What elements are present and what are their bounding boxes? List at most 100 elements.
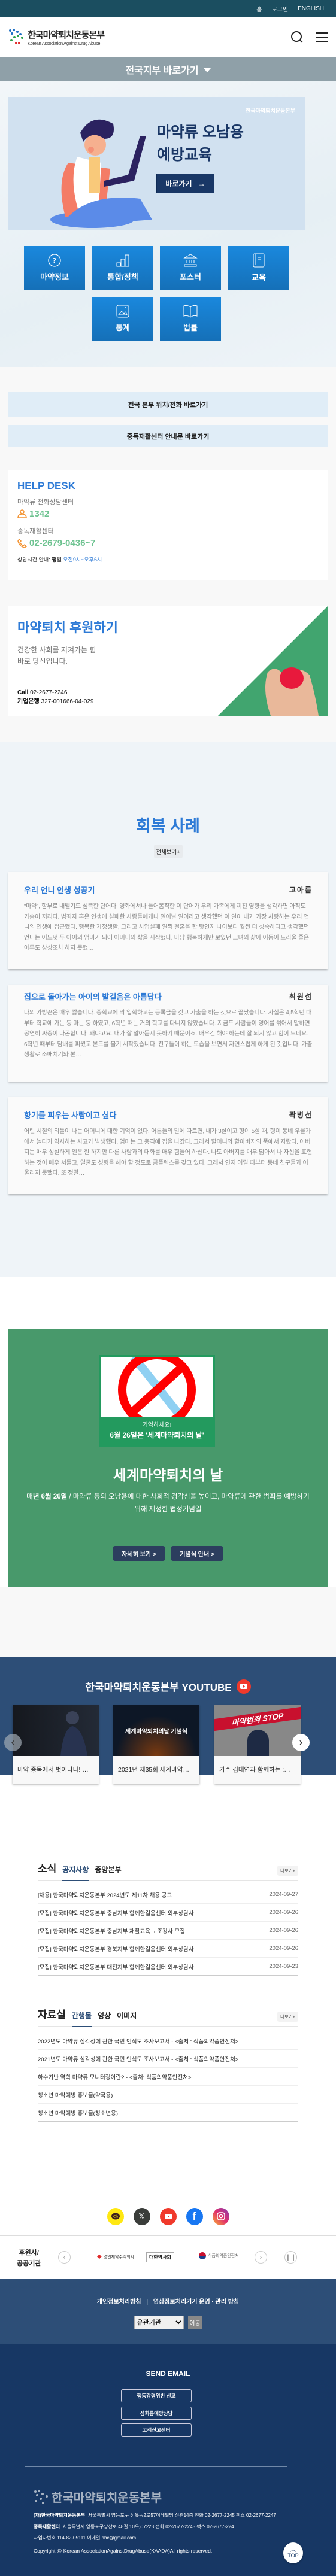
tile-law[interactable]: 법률 — [160, 297, 221, 341]
site-header: 한국마약퇴치운동본부 Korean Association Against Dr… — [0, 17, 336, 57]
scroll-top-button[interactable]: ︿ TOP — [283, 2542, 303, 2563]
carousel-next-button[interactable]: › — [292, 1734, 310, 1751]
harassment-counsel-button[interactable]: 성희롱예방상담 — [121, 2407, 192, 2420]
banner-watermark: 한국마약퇴치운동본부 — [246, 108, 295, 114]
ceremony-button[interactable]: 기념식 안내 > — [171, 1546, 223, 1561]
tab-publications[interactable]: 간행물 — [71, 2010, 92, 2027]
detail-button[interactable]: 자세히 보기 > — [113, 1546, 165, 1561]
tab-central-hq[interactable]: 중앙본부 — [95, 1864, 121, 1880]
list-item[interactable]: [모집] 한국마약퇴치운동본부 충남지부 재활교육 보조강사 모집 2024-09… — [38, 1922, 298, 1940]
video-card[interactable]: 세계마약퇴치의날 기념식 2021년 제35회 세계마약… — [113, 1705, 199, 1784]
story-excerpt: 어린 시절의 외톨이 나는 어머니에 대한 기억이 없다. 어른들의 말에 따르… — [24, 1128, 312, 1177]
story-card[interactable]: 집으로 돌아가는 아이의 발걸음은 아름답다 최원섭 나의 가방끈은 매우 짧습니… — [8, 985, 328, 1082]
world-drug-day-title: 세계마약퇴치의 날 — [113, 1468, 223, 1484]
story-title[interactable]: 집으로 돌아가는 아이의 발걸음은 아름답다 — [24, 991, 162, 1002]
list-item[interactable]: [모집] 한국마약퇴치운동본부 경북지부 함께한걸음센터 외부상담사 … 2024… — [38, 1940, 298, 1958]
story-title[interactable]: 향기를 피우는 사람이고 싶다 — [24, 1109, 116, 1120]
logo-korean: 한국마약퇴치운동본부 — [28, 30, 105, 40]
hotline-label: 마약류 전화상담센터 — [17, 499, 74, 506]
list-item[interactable]: 하수기반 역학 마약류 모니터링이란? - <출처: 식품의약품안전처> — [38, 2068, 298, 2086]
sponsor-logo[interactable]: ◆ 명인제약주식회사 — [97, 2253, 134, 2260]
tab-notices[interactable]: 공지사항 — [62, 1864, 89, 1881]
story-excerpt: 나의 가방끈은 매우 짧습니다. 중학교에 막 입학하고는 등록금을 갖고 가출… — [24, 1010, 313, 1058]
helpdesk-panel: HELP DESK 마약류 전화상담센터 1342 중독재활센터 02-2679… — [8, 470, 328, 580]
tile-poster[interactable]: 포스터 — [160, 246, 221, 290]
library-more-button[interactable]: 더보기+ — [277, 2012, 298, 2022]
list-item[interactable]: 2022년도 마약류 심각성에 관한 국민 인식도 조사보고서 - <출처 : … — [38, 2032, 298, 2050]
sponsors-carousel: 후원사/공공기관 ‹ ◆ 명인제약주식회사 대한약사회 식품의약품안전처 › ❙❙ — [0, 2236, 336, 2279]
video-card[interactable]: 마약 중독에서 벗어나다! … — [13, 1705, 99, 1784]
story-author: 최원섭 — [289, 992, 313, 1001]
phone-icon — [17, 538, 27, 548]
search-icon[interactable] — [290, 31, 304, 44]
x-icon[interactable]: 𝕏 — [133, 2207, 150, 2225]
library-heading: 자료실 — [38, 2009, 66, 2021]
tile-policy[interactable]: 통합/정책 — [92, 246, 153, 290]
menu-icon[interactable] — [316, 32, 328, 42]
chevron-up-icon: ︿ — [290, 2546, 296, 2553]
story-card[interactable]: 향기를 피우는 사람이고 싶다 곽병선 어린 시절의 외톨이 나는 어머니에 대한… — [8, 1097, 328, 1194]
sponsors-prev-button[interactable]: ‹ — [58, 2251, 71, 2264]
image-icon — [116, 305, 129, 318]
branch-shortcut-dropdown[interactable]: 전국지부 바로가기 — [0, 57, 336, 81]
site-logo[interactable]: 한국마약퇴치운동본부 Korean Association Against Dr… — [8, 28, 105, 46]
related-agencies-select[interactable]: 유관기관 — [134, 2316, 184, 2329]
list-item-title: 2021년도 마약류 심각성에 관한 국민 인식도 조사보고서 - <출처 : … — [38, 2056, 239, 2063]
tile-drug-info[interactable]: ? 마약정보 — [24, 246, 85, 290]
footer-main: SEND EMAIL 행동강령위반 신고 성희롱예방상담 고객신고센터 한국마약… — [0, 2344, 336, 2576]
list-item[interactable]: [모집] 한국마약퇴치운동본부 대전지부 함께한걸음센터 외부상담사 … 2024… — [38, 1958, 298, 1976]
branch-location-link[interactable]: 전국 본부 위치/전화 바로가기 — [8, 392, 328, 417]
home-link[interactable]: 홈 — [256, 4, 262, 13]
list-item-date: 2024-09-26 — [269, 1909, 298, 1916]
tile-education[interactable]: 교육 — [228, 246, 289, 290]
sponsor-logo[interactable]: 대한약사회 — [146, 2252, 174, 2262]
sponsors-next-button[interactable]: › — [255, 2251, 267, 2264]
hotline-number[interactable]: 1342 — [17, 509, 319, 519]
question-circle-icon: ? — [48, 254, 61, 267]
open-book-icon — [183, 305, 198, 318]
person-icon — [17, 509, 27, 518]
list-item[interactable]: 2021년도 마약류 심각성에 관한 국민 인식도 조사보고서 - <출처 : … — [38, 2050, 298, 2068]
svg-text:?: ? — [53, 257, 56, 265]
recovery-stories-section: 회복 사례 전체보기+ 우리 언니 인생 성공기 고아름 “마약”, 함부로 내뱉… — [0, 742, 336, 1277]
view-all-button[interactable]: 전체보기+ — [153, 845, 183, 858]
tab-videos[interactable]: 영상 — [98, 2010, 111, 2026]
privacy-policy-link[interactable]: 개인정보처리방침 — [97, 2299, 141, 2305]
cctv-policy-link[interactable]: 영상정보처리기기 운영 · 관리 방침 — [153, 2299, 239, 2305]
news-more-button[interactable]: 더보기+ — [277, 1866, 298, 1876]
list-item[interactable]: 청소년 마약예방 홍보물(약국용) — [38, 2086, 298, 2104]
rehab-center-guide-link[interactable]: 중독재활센터 안내문 바로가기 — [8, 425, 328, 447]
list-item[interactable]: 청소년 마약예방 홍보물(청소년용) — [38, 2104, 298, 2122]
instagram-icon[interactable] — [212, 2207, 229, 2225]
facebook-icon[interactable]: f — [186, 2207, 203, 2225]
video-thumbnail: 마약범죄 STOP — [214, 1705, 301, 1756]
world-drug-day-desc: 매년 6월 26일 / 마약류 등의 오남용에 대한 사회적 경각심을 높이고,… — [26, 1493, 310, 1513]
youtube-title: 한국마약퇴치운동본부 YOUTUBE — [85, 1682, 232, 1693]
story-card[interactable]: 우리 언니 인생 성공기 고아름 “마약”, 함부로 내뱉기도 섬뜩한 단어다. … — [8, 872, 328, 969]
tab-images[interactable]: 이미지 — [117, 2010, 137, 2026]
rehab-center-number[interactable]: 02-2679-0436~7 — [17, 538, 319, 548]
sponsors-pause-button[interactable]: ❙❙ — [284, 2251, 297, 2264]
login-link[interactable]: 로그인 — [271, 4, 288, 13]
kakao-channel-icon[interactable]: Ch — [107, 2207, 124, 2225]
tile-statistics[interactable]: 통계 — [92, 297, 153, 341]
list-item[interactable]: [모집] 한국마약퇴치운동본부 충남지부 함께한걸음센터 외부상담사 … 2024… — [38, 1904, 298, 1922]
no-drugs-syringe-icon — [118, 1357, 196, 1417]
list-item-date: 2024-09-23 — [269, 1963, 298, 1970]
list-item-title: [모집] 한국마약퇴치운동본부 경북지부 함께한걸음센터 외부상담사 … — [38, 1946, 201, 1953]
english-link[interactable]: ENGLISH — [298, 5, 324, 12]
youtube-icon[interactable] — [236, 1679, 251, 1694]
banner-go-button[interactable]: 바로가기 → — [156, 174, 214, 193]
sponsors-label: 후원사/공공기관 — [17, 2249, 41, 2267]
sponsor-logo[interactable]: 식품의약품안전처 — [199, 2252, 239, 2259]
list-item[interactable]: [채용] 한국마약퇴치운동본부 2024년도 제11차 채용 공고 2024-09… — [38, 1886, 298, 1904]
recovery-title: 회복 사례 — [136, 817, 200, 835]
customer-report-button[interactable]: 고객신고센터 — [121, 2423, 192, 2437]
go-button[interactable]: 이동 — [187, 2316, 202, 2329]
carousel-prev-button[interactable]: ‹ — [4, 1734, 22, 1751]
code-of-conduct-report-button[interactable]: 행동강령위반 신고 — [121, 2389, 192, 2402]
story-title[interactable]: 우리 언니 인생 성공기 — [24, 884, 95, 895]
youtube-icon[interactable] — [159, 2207, 177, 2225]
story-excerpt: “마약”, 함부로 내뱉기도 섬뜩한 단어다. 영화에서나 들어봄직한 이 단어… — [24, 903, 309, 952]
video-card[interactable]: 마약범죄 STOP 가수 김태연과 함께하는 :… — [214, 1705, 301, 1784]
